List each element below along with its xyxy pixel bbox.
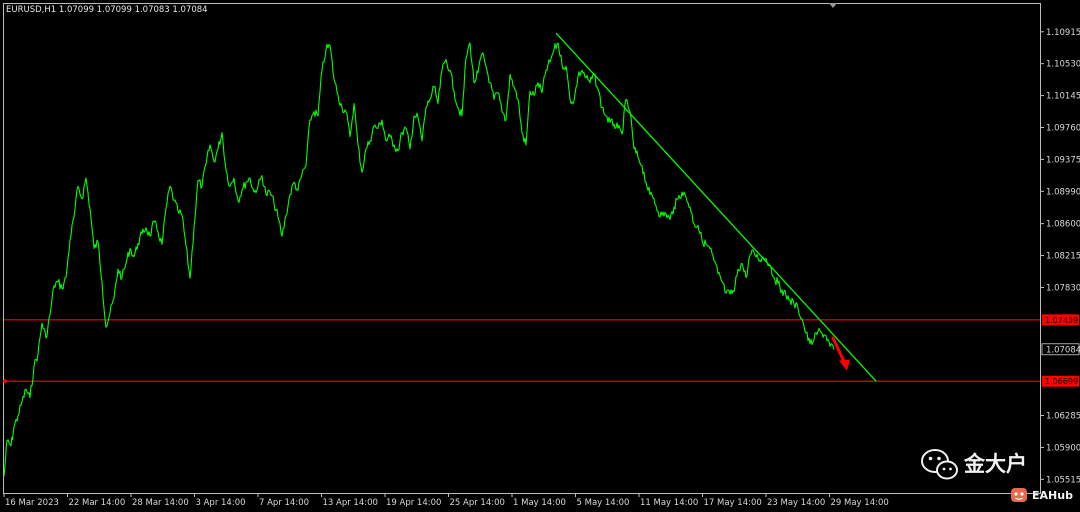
y-tick-label: 1.08600 bbox=[1046, 220, 1080, 230]
y-tick-label: 1.10915 bbox=[1046, 28, 1080, 38]
watermark-text: 金大户 bbox=[963, 452, 1027, 476]
price-chart[interactable]: EURUSD,H1 1.07099 1.07099 1.07083 1.0708… bbox=[0, 0, 1080, 512]
chart-background bbox=[0, 0, 1080, 512]
current-price-label: 1.07084 bbox=[1046, 345, 1080, 355]
chart-window[interactable]: EURUSD,H1 1.07099 1.07099 1.07083 1.0708… bbox=[0, 0, 1080, 512]
y-tick-label: 1.09760 bbox=[1046, 123, 1080, 133]
y-axis: 1.10915 1.10530 1.10145 1.09760 1.09375 1.089… bbox=[1040, 28, 1080, 485]
x-tick-label: 23 May 14:00 bbox=[767, 498, 825, 508]
x-tick-label: 11 May 14:00 bbox=[640, 498, 698, 508]
current-price-marker: 1.07084 bbox=[1041, 343, 1080, 355]
x-tick-label: 13 Apr 14:00 bbox=[323, 498, 378, 508]
x-tick-label: 28 Mar 14:00 bbox=[132, 498, 189, 508]
y-tick-label: 1.10145 bbox=[1046, 92, 1080, 102]
x-tick-label: 22 Mar 14:00 bbox=[69, 498, 126, 508]
level-label: 1.07439 bbox=[1045, 316, 1078, 325]
x-tick-label: 19 Apr 14:00 bbox=[386, 498, 441, 508]
y-tick-label: 1.05515 bbox=[1046, 475, 1080, 485]
level-label: 1.06699 bbox=[1045, 377, 1078, 386]
eahub-text: EAHub bbox=[1032, 489, 1073, 502]
y-tick-label: 1.05900 bbox=[1046, 443, 1080, 453]
y-tick-label: 1.06285 bbox=[1046, 412, 1080, 422]
eahub-icon bbox=[1011, 488, 1027, 502]
x-tick-label: 16 Mar 2023 bbox=[5, 498, 59, 508]
x-tick-label: 3 Apr 14:00 bbox=[196, 498, 246, 508]
x-tick-label: 7 Apr 14:00 bbox=[259, 498, 309, 508]
x-tick-label: 5 May 14:00 bbox=[577, 498, 630, 508]
level-anchor-dot bbox=[3, 379, 7, 384]
x-tick-label: 29 May 14:00 bbox=[831, 498, 889, 508]
y-tick-label: 1.07830 bbox=[1046, 283, 1080, 293]
x-tick-label: 1 May 14:00 bbox=[513, 498, 566, 508]
x-tick-label: 17 May 14:00 bbox=[704, 498, 762, 508]
y-tick-label: 1.08990 bbox=[1046, 187, 1080, 197]
y-tick-label: 1.10530 bbox=[1046, 60, 1080, 70]
y-tick-label: 1.08215 bbox=[1046, 252, 1080, 262]
y-tick-label: 1.09375 bbox=[1046, 155, 1080, 165]
x-tick-label: 25 Apr 14:00 bbox=[450, 498, 505, 508]
chart-header: EURUSD,H1 1.07099 1.07099 1.07083 1.0708… bbox=[6, 5, 208, 15]
